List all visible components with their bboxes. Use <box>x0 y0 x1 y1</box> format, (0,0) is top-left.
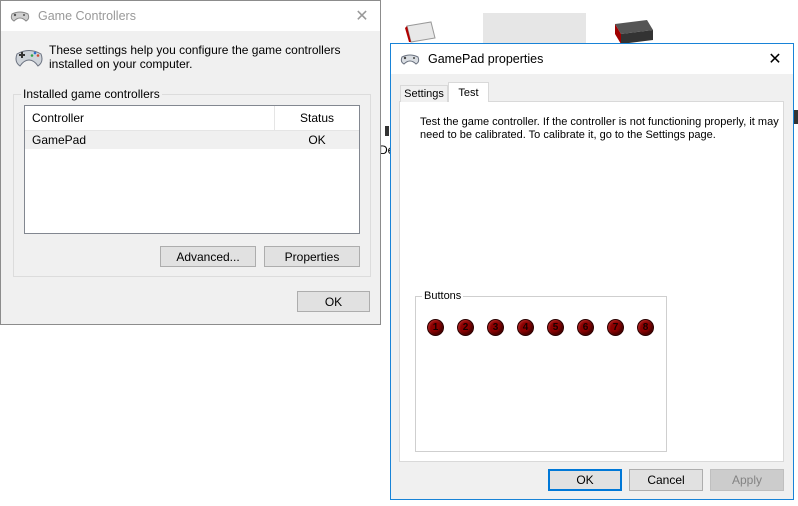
joystick-button-indicator: 8 <box>637 319 654 336</box>
apply-button[interactable]: Apply <box>710 469 784 491</box>
desktop-partial-icon-small <box>385 126 389 136</box>
gamepad-properties-titlebar[interactable]: GamePad properties ✕ <box>391 44 793 74</box>
close-button[interactable]: ✕ <box>757 44 793 74</box>
advanced-button[interactable]: Advanced... <box>160 246 256 267</box>
window-title: Game Controllers <box>38 9 136 23</box>
joystick-button-indicator: 3 <box>487 319 504 336</box>
buttons-group-label: Buttons <box>422 290 464 302</box>
gamepad-icon <box>10 9 30 23</box>
joystick-button-indicator: 5 <box>547 319 564 336</box>
game-controllers-window: Game Controllers ✕ These settings help y… <box>0 0 381 325</box>
close-button[interactable]: ✕ <box>344 1 380 31</box>
column-header-status[interactable]: Status <box>275 106 359 130</box>
gamepad-icon <box>400 52 420 66</box>
joystick-button-indicator: 1 <box>427 319 444 336</box>
test-instructions-text: Test the game controller. If the control… <box>420 116 779 141</box>
table-row[interactable]: GamePad OK <box>25 131 359 149</box>
desktop-device-icon-2 <box>483 13 586 43</box>
window-title: GamePad properties <box>428 52 544 66</box>
properties-button[interactable]: Properties <box>264 246 360 267</box>
tab-settings[interactable]: Settings <box>400 85 448 102</box>
list-header: Controller Status <box>25 106 359 131</box>
controller-status-cell: OK <box>308 133 326 147</box>
desktop-device-icon-1 <box>405 20 437 44</box>
desktop-device-icon-3 <box>611 20 653 44</box>
close-icon: ✕ <box>355 8 369 25</box>
joystick-button-indicator: 2 <box>457 319 474 336</box>
ok-button[interactable]: OK <box>548 469 622 491</box>
close-icon: ✕ <box>768 51 782 68</box>
controller-name-cell: GamePad <box>32 133 87 147</box>
installed-controllers-label: Installed game controllers <box>21 87 162 101</box>
intro-text: These settings help you configure the ga… <box>49 43 341 71</box>
cancel-button[interactable]: Cancel <box>629 469 703 491</box>
joystick-button-indicator: 6 <box>577 319 594 336</box>
buttons-group <box>415 296 667 452</box>
gamepad-large-icon <box>14 46 44 71</box>
gamepad-properties-window: GamePad properties ✕ Settings Test Test … <box>390 43 794 500</box>
game-controllers-titlebar[interactable]: Game Controllers ✕ <box>1 1 380 31</box>
ok-button[interactable]: OK <box>297 291 370 312</box>
controllers-list[interactable]: Controller Status GamePad OK <box>24 105 360 234</box>
column-header-controller[interactable]: Controller <box>32 106 272 130</box>
joystick-button-indicator: 7 <box>607 319 624 336</box>
joystick-button-indicator: 4 <box>517 319 534 336</box>
tab-test[interactable]: Test <box>448 82 489 102</box>
